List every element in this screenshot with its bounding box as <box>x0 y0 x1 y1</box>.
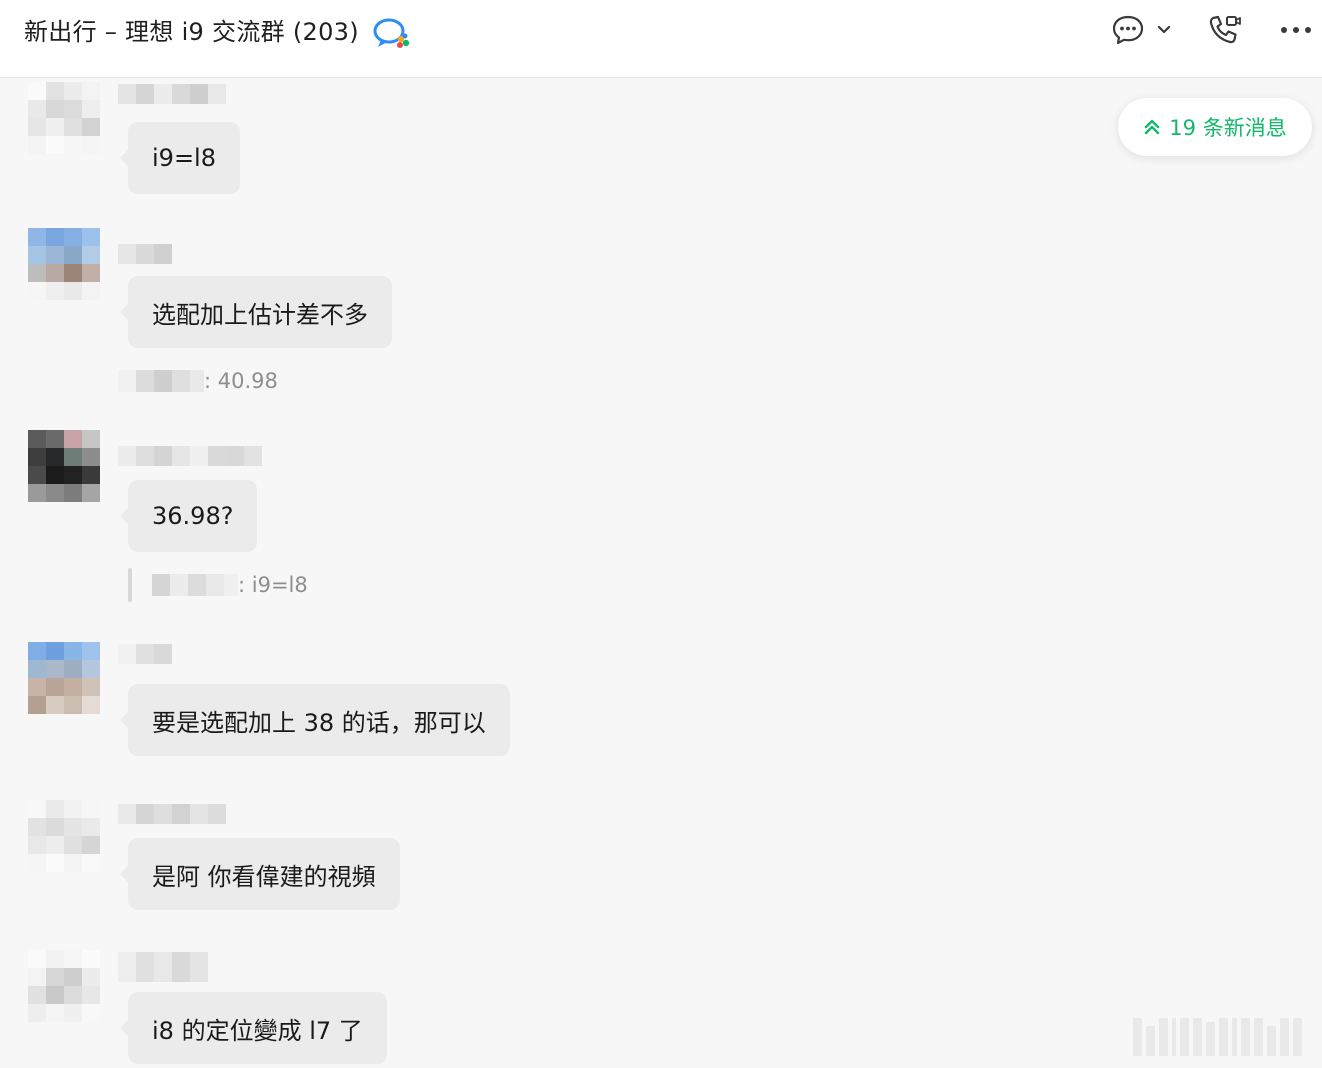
avatar[interactable] <box>28 800 100 872</box>
sender-name <box>118 952 208 982</box>
sender-name <box>118 804 226 824</box>
quote-bar <box>128 568 132 602</box>
quoted-text: : i9=l8 <box>238 573 308 597</box>
sender-name <box>118 244 172 264</box>
chat-bubble-icon[interactable] <box>1108 10 1148 50</box>
chevron-down-icon[interactable] <box>1152 10 1176 50</box>
message-bubble[interactable]: i9=l8 <box>120 122 240 194</box>
phone-video-icon[interactable] <box>1204 10 1244 50</box>
quoted-text: : 40.98 <box>204 369 278 393</box>
message-bubble[interactable]: i8 的定位變成 l7 了 <box>120 992 387 1064</box>
chat-header: 新出行 – 理想 i9 交流群 (203) <box>0 0 1322 78</box>
message-text: 要是选配加上 38 的话，那可以 <box>152 708 486 737</box>
avatar[interactable] <box>28 950 100 1022</box>
message-text: 36.98? <box>152 502 234 530</box>
sender-name <box>118 446 262 466</box>
group-chat-icon <box>372 16 412 50</box>
sender-name <box>118 644 172 664</box>
quoted-sender <box>152 574 238 596</box>
message-text: i9=l8 <box>152 144 216 172</box>
avatar[interactable] <box>28 228 100 300</box>
watermark <box>1133 1018 1302 1056</box>
message-bubble[interactable]: 36.98? <box>119 480 258 552</box>
quoted-reply[interactable]: : i9=l8 <box>152 568 308 602</box>
chat-title: 新出行 – 理想 i9 交流群 (203) <box>24 18 359 46</box>
avatar[interactable] <box>28 430 100 502</box>
more-icon[interactable] <box>1276 10 1316 50</box>
avatar[interactable] <box>28 82 100 154</box>
quoted-reply[interactable]: : 40.98 <box>118 364 278 398</box>
message-bubble[interactable]: 是阿 你看偉建的視頻 <box>120 838 400 910</box>
message-text: 选配加上估计差不多 <box>152 300 368 329</box>
message-text: 是阿 你看偉建的視頻 <box>152 862 376 891</box>
new-messages-button[interactable]: 19 条新消息 <box>1118 98 1312 156</box>
quoted-sender <box>118 370 204 392</box>
message-bubble[interactable]: 要是选配加上 38 的话，那可以 <box>120 684 510 756</box>
sender-name <box>118 84 226 104</box>
message-bubble[interactable]: 选配加上估计差不多 <box>120 276 392 348</box>
message-text: i8 的定位變成 l7 了 <box>152 1016 363 1045</box>
double-chevron-up-icon <box>1143 118 1161 136</box>
new-messages-label: 19 条新消息 <box>1169 116 1287 140</box>
avatar[interactable] <box>28 642 100 714</box>
